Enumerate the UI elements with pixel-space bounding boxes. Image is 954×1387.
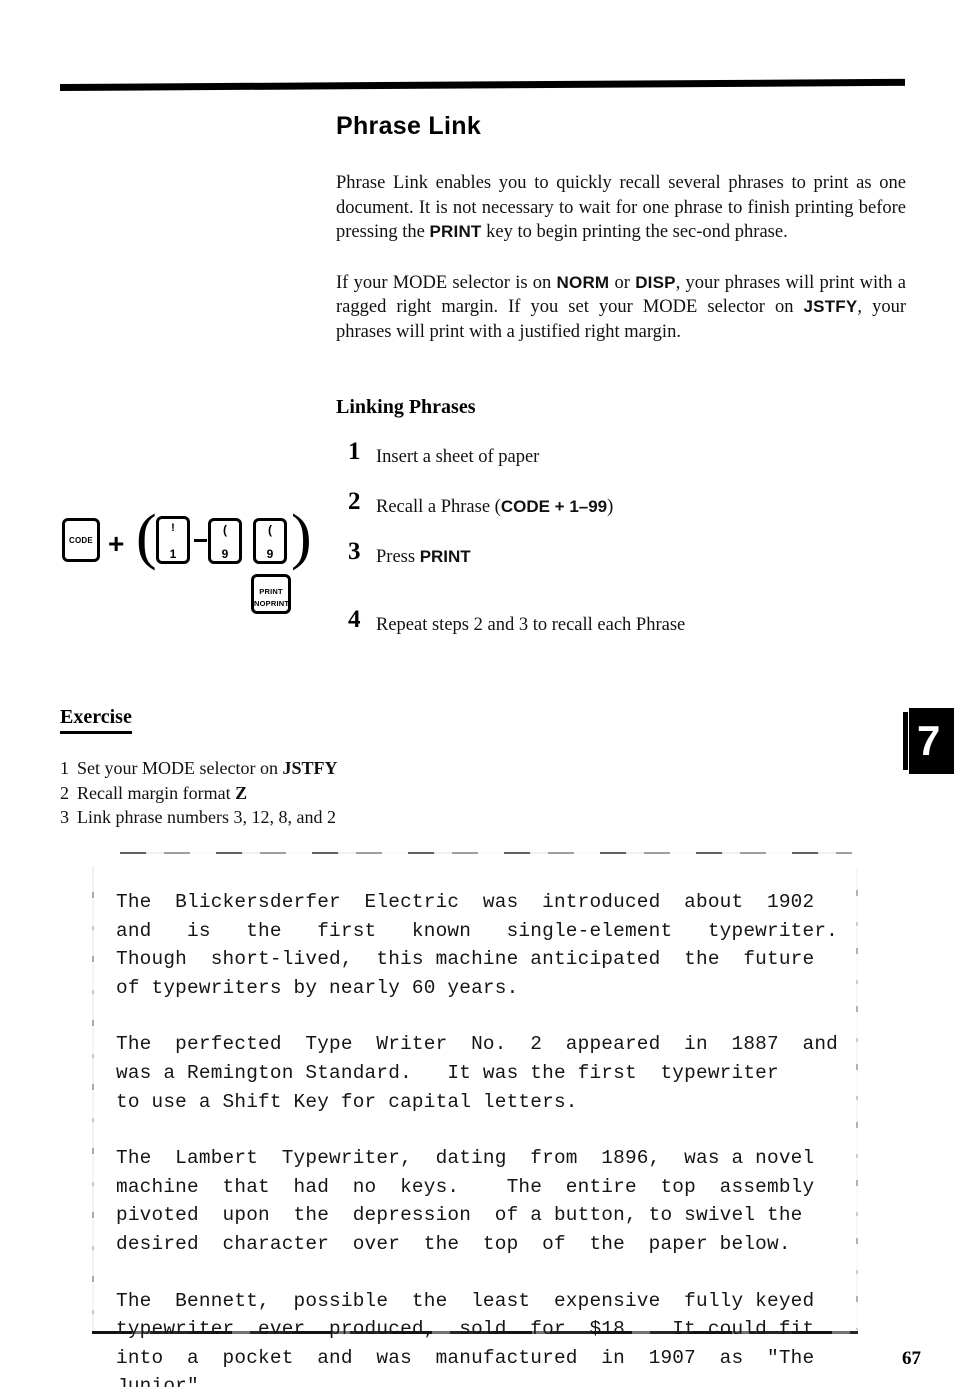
box-border-right bbox=[856, 868, 858, 1330]
sample-output-box: The Blickersderfer Electric was introduc… bbox=[92, 852, 858, 1387]
typed-line: into a pocket and was manufactured in 19… bbox=[116, 1346, 815, 1369]
step-text: Recall a Phrase (CODE + 1–99) bbox=[376, 497, 614, 517]
typed-line: of typewriters by nearly 60 years. bbox=[116, 976, 519, 999]
typed-line: The Blickersderfer Electric was introduc… bbox=[116, 891, 815, 913]
typed-paragraph: The Lambert Typewriter, dating from 1896… bbox=[116, 1144, 844, 1258]
list-item: 2 Recall a Phrase (CODE + 1–99) bbox=[336, 489, 906, 519]
typed-line: and is the first known single-element ty… bbox=[116, 919, 839, 942]
numeric-key-1-icon: ! 1 bbox=[156, 516, 190, 564]
document-page: Phrase Link Phrase Link enables you to q… bbox=[0, 0, 954, 1387]
key-sequence-diagram: CODE + ( ! 1 ( 9 ( 9 ) PRINT NOPRINT bbox=[58, 503, 318, 618]
exercise-item-text: Recall margin format Z bbox=[77, 782, 248, 803]
exercise-item-text: Set your MODE selector on JSTFY bbox=[77, 758, 338, 778]
list-item: 4 Repeat steps 2 and 3 to recall each Ph… bbox=[336, 607, 906, 637]
chapter-number: 7 bbox=[917, 717, 941, 764]
linking-steps-list: 1 Insert a sheet of paper 2 Recall a Phr… bbox=[336, 439, 906, 637]
exercise-heading-wrap: Exercise bbox=[60, 706, 580, 734]
typed-line: The Bennett, possible the least expensiv… bbox=[116, 1289, 815, 1312]
list-item: 1 Insert a sheet of paper bbox=[336, 439, 906, 469]
code-key-label: CODE bbox=[69, 536, 93, 545]
chapter-tab-marker: 7 bbox=[903, 708, 954, 774]
page-title: Phrase Link bbox=[336, 112, 482, 140]
print-noprint-key-icon: PRINT NOPRINT bbox=[251, 574, 291, 614]
box-border-left bbox=[92, 866, 94, 1334]
intro-paragraph-2: If your MODE selector is on NORM or DISP… bbox=[336, 272, 906, 342]
key-9b-bottom-label: 9 bbox=[266, 547, 274, 561]
typed-line: The perfected Type Writer No. 2 appeared… bbox=[116, 1033, 839, 1056]
intro-paragraph-1: Phrase Link enables you to quickly recal… bbox=[336, 173, 906, 242]
step-text: Repeat steps 2 and 3 to recall each Phra… bbox=[376, 615, 686, 635]
typed-line: desired character over the top of the pa… bbox=[116, 1232, 791, 1255]
key-9b-top-label: ( bbox=[268, 523, 272, 537]
print-key-bottom-label: NOPRINT bbox=[254, 599, 290, 608]
header-rule bbox=[59, 78, 906, 91]
box-border-top bbox=[120, 852, 852, 854]
exercise-item-text: Link phrase numbers 3, 12, 8, and 2 bbox=[77, 807, 336, 827]
typed-sample-text: The Blickersderfer Electric was introduc… bbox=[116, 888, 844, 1387]
exercise-heading: Exercise bbox=[60, 706, 132, 734]
numeric-key-9a-icon: ( 9 bbox=[208, 518, 242, 564]
plus-sign-icon: + bbox=[108, 528, 125, 559]
exercise-item-number: 3 bbox=[60, 807, 69, 827]
list-item: 3 Press PRINT bbox=[336, 539, 906, 569]
list-item: 2 Recall margin format Z bbox=[60, 781, 580, 806]
numeric-key-9b-icon: ( 9 bbox=[253, 518, 287, 564]
key-9a-bottom-label: 9 bbox=[221, 547, 229, 561]
typed-line: to use a Shift Key for capital letters. bbox=[116, 1090, 578, 1113]
exercise-section: Exercise 1 Set your MODE selector on JSTF… bbox=[60, 706, 580, 830]
paren-open-icon: ( bbox=[136, 503, 157, 571]
typed-line: was a Remington Standard. It was the fir… bbox=[116, 1061, 779, 1084]
typed-line: Though short-lived, this machine anticip… bbox=[116, 948, 815, 971]
range-dash-icon bbox=[194, 539, 207, 542]
typed-line: typewriter ever produced, sold for $18. … bbox=[116, 1318, 815, 1341]
step-text: Press PRINT bbox=[376, 547, 471, 567]
main-text-column: Phrase Link Phrase Link enables you to q… bbox=[336, 112, 906, 663]
typed-line: Junior". bbox=[116, 1375, 211, 1387]
typed-paragraph: The Blickersderfer Electric was introduc… bbox=[116, 888, 844, 1002]
page-number: 67 bbox=[902, 1348, 921, 1369]
typed-line: machine that had no keys. The entire top… bbox=[116, 1175, 815, 1198]
key-9a-top-label: ( bbox=[223, 523, 227, 537]
step-text: Insert a sheet of paper bbox=[376, 447, 540, 467]
key-1-bottom-label: 1 bbox=[169, 547, 177, 561]
step-number: 1 bbox=[348, 438, 361, 465]
exercise-item-number: 2 bbox=[60, 782, 69, 803]
typed-line: pivoted upon the depression of a button,… bbox=[116, 1204, 803, 1227]
code-key-icon: CODE bbox=[62, 518, 100, 562]
print-key-top-label: PRINT bbox=[259, 587, 283, 596]
step-number: 2 bbox=[348, 488, 361, 515]
typed-line: The Lambert Typewriter, dating from 1896… bbox=[116, 1147, 815, 1170]
typed-paragraph: The perfected Type Writer No. 2 appeared… bbox=[116, 1030, 844, 1116]
section-heading-linking-phrases: Linking Phrases bbox=[336, 396, 476, 418]
step-number: 4 bbox=[348, 606, 361, 633]
tab-marker-shim bbox=[903, 712, 908, 770]
list-item: 1 Set your MODE selector on JSTFY bbox=[60, 756, 580, 781]
list-item: 3 Link phrase numbers 3, 12, 8, and 2 bbox=[60, 805, 580, 830]
key-1-top-label: ! bbox=[171, 522, 175, 534]
typed-paragraph: The Bennett, possible the least expensiv… bbox=[116, 1287, 844, 1387]
exercise-item-number: 1 bbox=[60, 758, 69, 778]
step-number: 3 bbox=[348, 538, 361, 565]
exercise-list: 1 Set your MODE selector on JSTFY 2 Recall… bbox=[60, 756, 580, 830]
paren-close-icon: ) bbox=[291, 503, 312, 571]
